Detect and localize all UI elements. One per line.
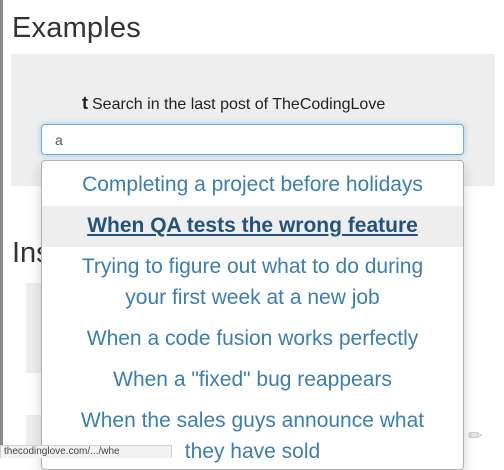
status-bar-url: thecodinglove.com/.../whe <box>0 445 172 458</box>
search-heading: t Search in the last post of TheCodingLov… <box>82 92 385 114</box>
suggestion-item[interactable]: When a "fixed" bug reappears <box>42 360 463 401</box>
suggestion-item[interactable]: Trying to figure out what to do during y… <box>42 247 463 319</box>
search-input[interactable] <box>41 124 464 155</box>
search-heading-label: Search in the last post of TheCodingLove <box>92 96 386 113</box>
suggestion-item[interactable]: When the sales guys announce what they h… <box>42 401 463 469</box>
suggestion-item[interactable]: Completing a project before holidays <box>42 165 463 206</box>
tumblr-icon: t <box>82 93 88 113</box>
suggestion-item[interactable]: When a code fusion works perfectly <box>42 319 463 360</box>
window-left-edge <box>0 0 3 458</box>
suggestion-item-active[interactable]: When QA tests the wrong feature <box>42 206 463 247</box>
page-title: Examples <box>12 12 141 44</box>
resize-handle-icon[interactable]: ✎ <box>462 422 490 450</box>
autocomplete-dropdown: Completing a project before holidays Whe… <box>41 160 464 470</box>
